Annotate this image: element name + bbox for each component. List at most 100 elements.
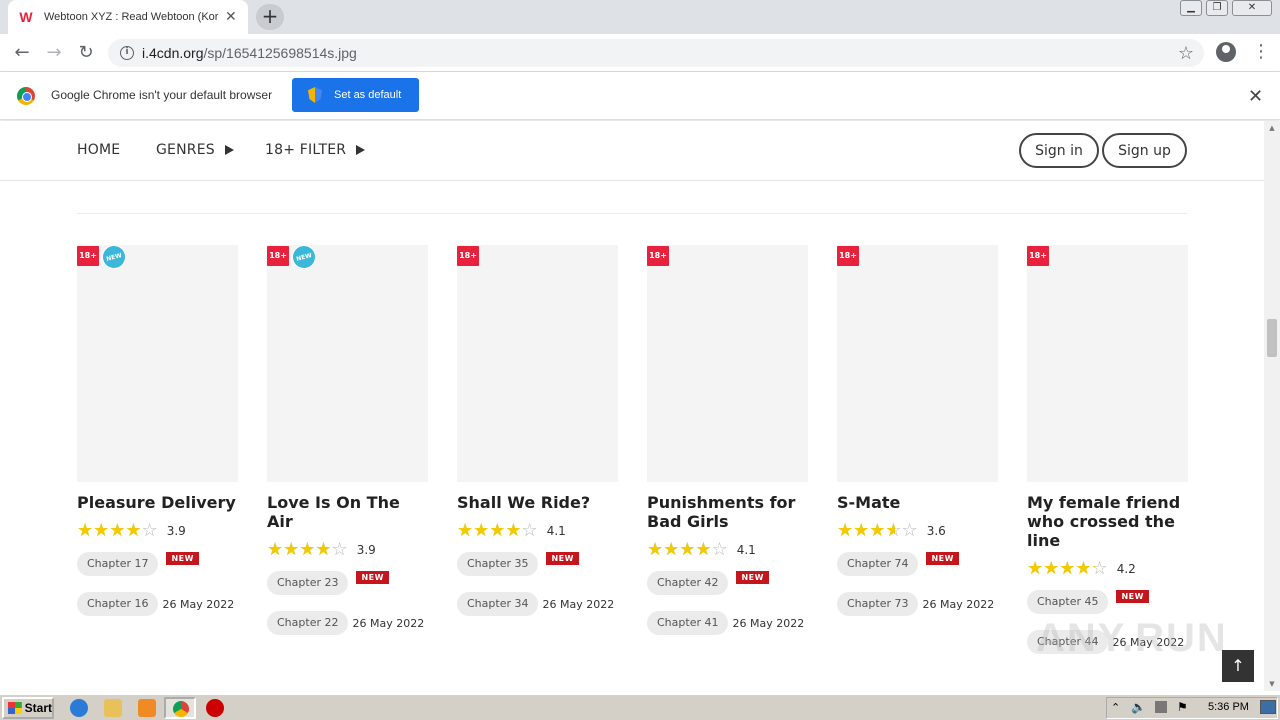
chapter-link[interactable]: Chapter 42	[647, 571, 729, 595]
scroll-down-icon[interactable]: ▼	[1264, 677, 1280, 691]
infobar-message: Google Chrome isn't your default browser	[51, 88, 273, 102]
start-button[interactable]: Start	[2, 697, 54, 719]
new-tab-button[interactable]: +	[256, 4, 284, 30]
bookmark-star-icon[interactable]: ☆	[1178, 43, 1194, 64]
stop-icon[interactable]	[206, 699, 224, 717]
star-fill: ★★★★★	[267, 540, 330, 560]
tab-title: Webtoon XYZ : Read Webtoon (Korean...	[44, 11, 219, 23]
chapter-row: Chapter 22 26 May 2022	[267, 611, 428, 635]
new-chapter-tag: NEW	[546, 551, 579, 565]
windows-taskbar: Start ⌃ 🔈 ⚑ 5:36 PM	[0, 694, 1280, 720]
folder-icon[interactable]	[104, 699, 122, 717]
set-as-default-button[interactable]: Set as default	[292, 78, 419, 112]
show-desktop-icon[interactable]	[1260, 700, 1276, 714]
webtoon-card[interactable]: 18+ Shall We Ride? ☆☆☆☆☆★★★★★ 4.1 Chapter 35…	[457, 245, 618, 616]
info-icon[interactable]: i	[120, 46, 134, 60]
anyrun-watermark: ANY.RUN	[1036, 616, 1228, 660]
star-fill: ★★★★★	[77, 521, 140, 541]
ie-icon[interactable]	[70, 699, 88, 717]
caret-right-icon	[356, 145, 366, 155]
star-rating-icon: ☆☆☆☆☆★★★★★	[77, 520, 158, 541]
card-title[interactable]: My female friend who crossed the line	[1027, 493, 1188, 550]
window-close-button[interactable]: ✕	[1232, 0, 1272, 16]
webtoon-card[interactable]: 18+ My female friend who crossed the line…	[1027, 245, 1188, 654]
chrome-icon	[173, 701, 189, 717]
card-title[interactable]: Pleasure Delivery	[77, 493, 238, 512]
chapter-date: 26 May 2022	[732, 616, 805, 630]
webtoon-card[interactable]: 18+ Punishments for Bad Girls ☆☆☆☆☆★★★★★ 4.…	[647, 245, 808, 635]
address-bar[interactable]: i i.4cdn.org/sp/1654125698514s.jpg ☆	[108, 39, 1204, 67]
chapter-link[interactable]: Chapter 41	[647, 611, 729, 635]
new-chapter-tag: NEW	[926, 551, 959, 565]
section-divider	[77, 213, 1187, 214]
webtoon-card[interactable]: 18+NEWPleasure Delivery☆☆☆☆☆★★★★★3.9Chap…	[77, 242, 238, 616]
page-viewport: HOME GENRES 18+ FILTER Sign in Sign up 1…	[0, 121, 1264, 691]
nav-genres[interactable]: GENRES	[156, 142, 234, 158]
chapter-row: Chapter 35 NEW	[457, 551, 618, 576]
chapter-link[interactable]: Chapter 22	[267, 611, 349, 635]
chapter-date: 26 May 2022	[542, 597, 615, 611]
rating: ☆☆☆☆☆★★★★★ 4.2	[1027, 559, 1188, 579]
chapter-link[interactable]: Chapter 16	[77, 592, 159, 616]
page-scrollbar[interactable]: ▲ ▼	[1264, 121, 1280, 691]
network-icon[interactable]	[1155, 701, 1167, 713]
sign-up-button[interactable]: Sign up	[1102, 133, 1187, 168]
chapter-link[interactable]: Chapter 23	[267, 571, 349, 595]
adult-badge: 18+	[647, 246, 669, 266]
media-player-icon[interactable]	[138, 699, 156, 717]
chapter-link[interactable]: Chapter 45	[1027, 590, 1109, 614]
browser-menu-icon[interactable]: ⋮	[1252, 41, 1270, 62]
forward-icon[interactable]: →	[43, 42, 65, 64]
chapter-date: 26 May 2022	[352, 616, 425, 630]
sign-in-button[interactable]: Sign in	[1019, 133, 1099, 168]
chapter-link[interactable]: Chapter 35	[457, 552, 539, 576]
card-title[interactable]: S-Mate	[837, 493, 998, 512]
tray-expand-icon[interactable]: ⌃	[1111, 701, 1120, 714]
webtoon-card[interactable]: 18+NEWLove Is On The Air☆☆☆☆☆★★★★★3.9Cha…	[267, 242, 428, 635]
new-chapter-tag: NEW	[356, 570, 389, 584]
webtoon-card[interactable]: 18+S-Mate☆☆☆☆☆★★★★★3.6Chapter 74NEWChapt…	[837, 245, 998, 616]
chapter-row: Chapter 73 26 May 2022	[837, 592, 998, 616]
rating-value: 4.2	[1116, 562, 1136, 576]
scroll-thumb[interactable]	[1267, 319, 1277, 357]
chapter-link[interactable]: Chapter 17	[77, 552, 159, 576]
chapter-row: Chapter 34 26 May 2022	[457, 592, 618, 616]
chapter-date: 26 May 2022	[162, 597, 235, 611]
chapter-link[interactable]: Chapter 73	[837, 592, 919, 616]
tab-close-icon[interactable]: ✕	[225, 9, 237, 25]
chapter-link[interactable]: Chapter 34	[457, 592, 539, 616]
card-title[interactable]: Shall We Ride?	[457, 493, 618, 512]
nav-18-filter[interactable]: 18+ FILTER	[265, 142, 366, 158]
card-title[interactable]: Love Is On The Air	[267, 493, 428, 531]
nav-home[interactable]: HOME	[77, 142, 120, 158]
chapter-row: Chapter 74 NEW	[837, 551, 998, 576]
rating-value: 4.1	[736, 543, 756, 557]
star-fill: ★★★★★	[457, 521, 523, 541]
cover-image[interactable]: 18+	[457, 245, 618, 482]
chapter-link[interactable]: Chapter 74	[837, 552, 919, 576]
cover-image[interactable]: 18+ NEW	[267, 242, 428, 482]
cover-image[interactable]: 18+	[837, 245, 998, 482]
reload-icon[interactable]: ↻	[75, 42, 97, 64]
restore-button[interactable]: ❐	[1206, 0, 1228, 16]
flag-icon[interactable]: ⚑	[1177, 700, 1188, 714]
infobar-close-icon[interactable]: ✕	[1248, 86, 1263, 107]
nav-filter-label: 18+ FILTER	[265, 142, 347, 158]
minimize-button[interactable]: ▁	[1180, 0, 1202, 16]
new-chapter-tag: NEW	[166, 551, 199, 565]
profile-icon[interactable]	[1216, 42, 1236, 62]
volume-icon[interactable]: 🔈	[1131, 700, 1146, 714]
chrome-taskbar-button[interactable]	[164, 697, 196, 719]
back-to-top-button[interactable]: ↑	[1222, 650, 1254, 682]
scroll-up-icon[interactable]: ▲	[1264, 121, 1280, 135]
cover-image[interactable]: 18+ NEW	[77, 242, 238, 482]
browser-tab[interactable]: W Webtoon XYZ : Read Webtoon (Korean... …	[8, 0, 248, 34]
cover-image[interactable]: 18+	[1027, 245, 1188, 482]
star-fill: ★★★★★	[647, 540, 713, 560]
star-rating-icon: ☆☆☆☆☆★★★★★	[647, 539, 728, 560]
back-icon[interactable]: ←	[11, 42, 33, 64]
adult-badge: 18+	[1027, 246, 1049, 266]
card-title[interactable]: Punishments for Bad Girls	[647, 493, 808, 531]
browser-toolbar: ← → ↻ i i.4cdn.org/sp/1654125698514s.jpg…	[0, 34, 1280, 72]
cover-image[interactable]: 18+	[647, 245, 808, 482]
